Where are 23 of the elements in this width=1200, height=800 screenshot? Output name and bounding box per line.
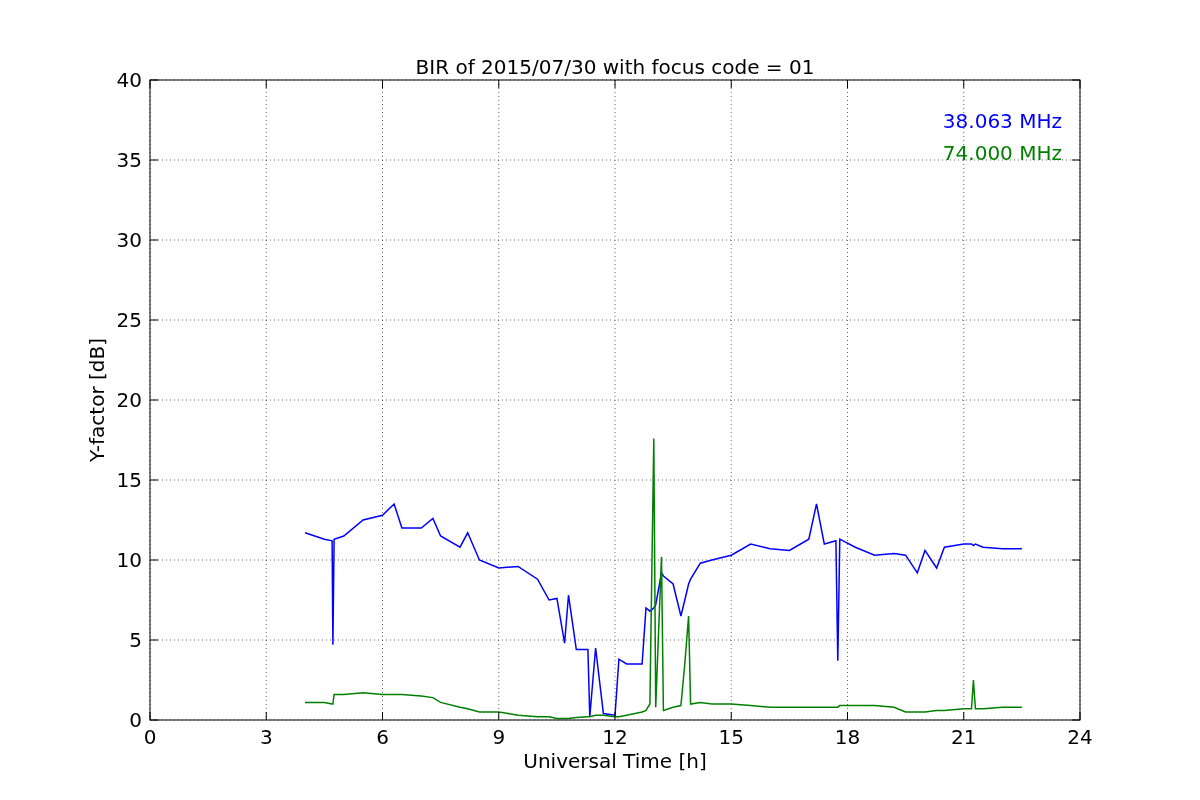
x-tick-label: 9 [492,725,506,749]
chart-title: BIR of 2015/07/30 with focus code = 01 [415,55,815,79]
y-tick-label: 15 [116,468,142,492]
y-tick-label: 25 [116,308,142,332]
y-axis-label: Y-factor [dB] [85,338,109,462]
x-tick-label: 6 [376,725,389,749]
legend-label: 38.063 MHz [942,109,1062,133]
x-tick-label: 0 [143,725,157,749]
x-tick-label: 15 [718,725,744,749]
legend-label: 74.000 MHz [942,141,1062,165]
y-tick-label: 10 [116,548,142,572]
y-tick-label: 0 [129,708,142,732]
x-tick-label: 18 [834,725,861,749]
y-tick-label: 35 [116,148,142,172]
y-tick-label: 20 [116,388,142,412]
x-tick-label: 3 [259,725,273,749]
x-axis-label: Universal Time [h] [523,749,707,773]
x-tick-label: 12 [602,725,628,749]
y-tick-label: 5 [129,628,142,652]
y-tick-label: 30 [116,228,142,252]
x-tick-label: 24 [1067,725,1093,749]
x-tick-label: 21 [951,725,977,749]
y-tick-label: 40 [116,68,142,92]
